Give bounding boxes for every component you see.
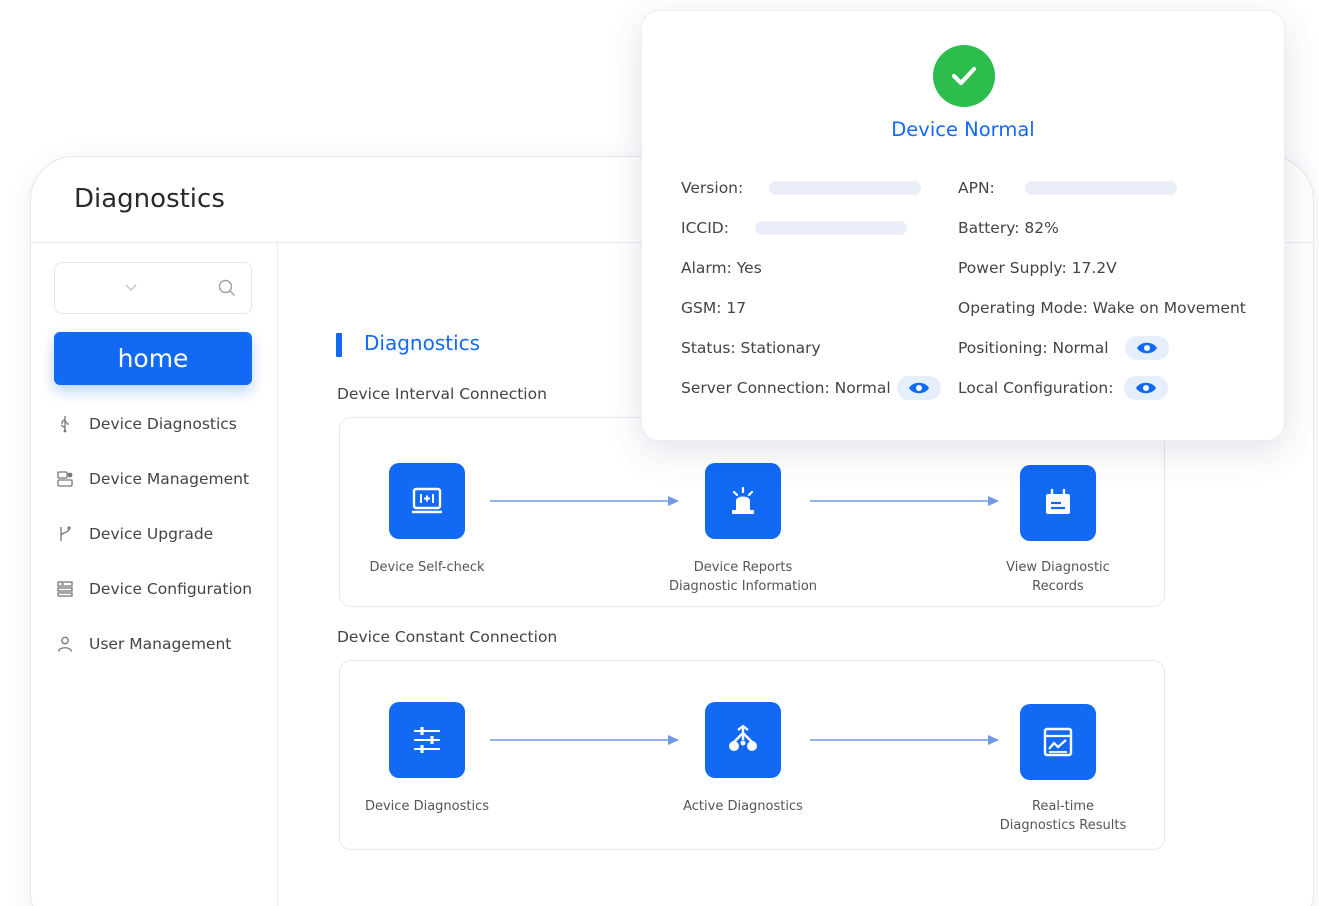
sidebar-item-device-configuration[interactable]: Device Configuration (55, 574, 252, 604)
step-label: Device Reports Diagnostic Information (668, 560, 818, 594)
self-check-icon[interactable] (389, 463, 465, 539)
battery-field: Battery: 82% (958, 219, 1059, 237)
eye-icon[interactable] (896, 376, 941, 400)
records-icon[interactable] (1020, 465, 1096, 541)
flow-arrow (490, 496, 679, 506)
operating-mode-field: Operating Mode: Wake on Movement (958, 299, 1246, 317)
sidebar-item-label: Device Configuration (89, 580, 253, 598)
step-label: Device Diagnostics (364, 799, 490, 814)
power-supply-field: Power Supply: 17.2V (958, 259, 1117, 277)
step-label: Device Self-check (369, 560, 485, 575)
device-manage-icon (55, 469, 75, 489)
section-title: Diagnostics (364, 331, 481, 355)
section-accent-bar (336, 333, 342, 357)
iccid-field: ICCID: (681, 216, 907, 240)
home-button[interactable]: home (54, 332, 252, 385)
device-status-popup: Device Normal Version: ICCID: Alarm: Yes… (641, 10, 1285, 441)
eye-icon[interactable] (1124, 336, 1169, 360)
chart-window-icon[interactable] (1020, 704, 1096, 780)
status-field: Status: Stationary (681, 339, 821, 357)
apn-field: APN: (958, 176, 1177, 200)
flow-card-constant: Device Diagnostics Active Diagnostics Re… (339, 660, 1165, 850)
redacted-value (769, 181, 922, 195)
sidebar-item-label: Device Upgrade (89, 525, 214, 543)
flow-card-interval: Device Self-check Device Reports Diagnos… (339, 417, 1165, 607)
server-config-icon (55, 579, 75, 599)
group-title-constant: Device Constant Connection (337, 628, 558, 646)
gsm-field: GSM: 17 (681, 299, 747, 317)
positioning-field: Positioning: Normal (958, 336, 1169, 360)
alarm-light-icon[interactable] (705, 463, 781, 539)
sidebar-item-label: Device Diagnostics (89, 415, 237, 433)
alarm-field: Alarm: Yes (681, 259, 762, 277)
local-configuration-field: Local Configuration: (958, 376, 1169, 400)
redacted-value (754, 221, 907, 235)
sidebar-item-device-diagnostics[interactable]: Device Diagnostics (55, 409, 237, 439)
redacted-value (1024, 181, 1177, 195)
step-label: Real-time Diagnostics Results (999, 799, 1127, 833)
version-field: Version: (681, 176, 922, 200)
sidebar-item-label: User Management (89, 635, 232, 653)
flow-arrow (490, 735, 679, 745)
usb-icon (55, 414, 75, 434)
device-status-title: Device Normal (891, 118, 1035, 141)
sliders-icon[interactable] (389, 702, 465, 778)
branch-icon (55, 524, 75, 544)
step-label: View Diagnostic Records (1006, 560, 1110, 594)
user-icon (55, 634, 75, 654)
search-icon[interactable] (217, 278, 237, 298)
sidebar-item-device-management[interactable]: Device Management (55, 464, 249, 494)
group-title-interval: Device Interval Connection (337, 385, 547, 403)
sidebar-item-label: Device Management (89, 470, 250, 488)
step-label: Active Diagnostics (683, 799, 803, 814)
check-circle-icon (933, 45, 995, 107)
server-connection-field: Server Connection: Normal (681, 376, 941, 400)
flow-arrow (810, 735, 999, 745)
sidebar-item-device-upgrade[interactable]: Device Upgrade (55, 519, 213, 549)
sidebar-item-user-management[interactable]: User Management (55, 629, 231, 659)
eye-icon[interactable] (1124, 376, 1169, 400)
flow-arrow (810, 496, 999, 506)
sidebar-divider (277, 243, 278, 906)
window-title: Diagnostics (74, 184, 225, 214)
network-icon[interactable] (705, 702, 781, 778)
search-select[interactable] (54, 262, 252, 314)
chevron-down-icon[interactable] (123, 279, 139, 295)
